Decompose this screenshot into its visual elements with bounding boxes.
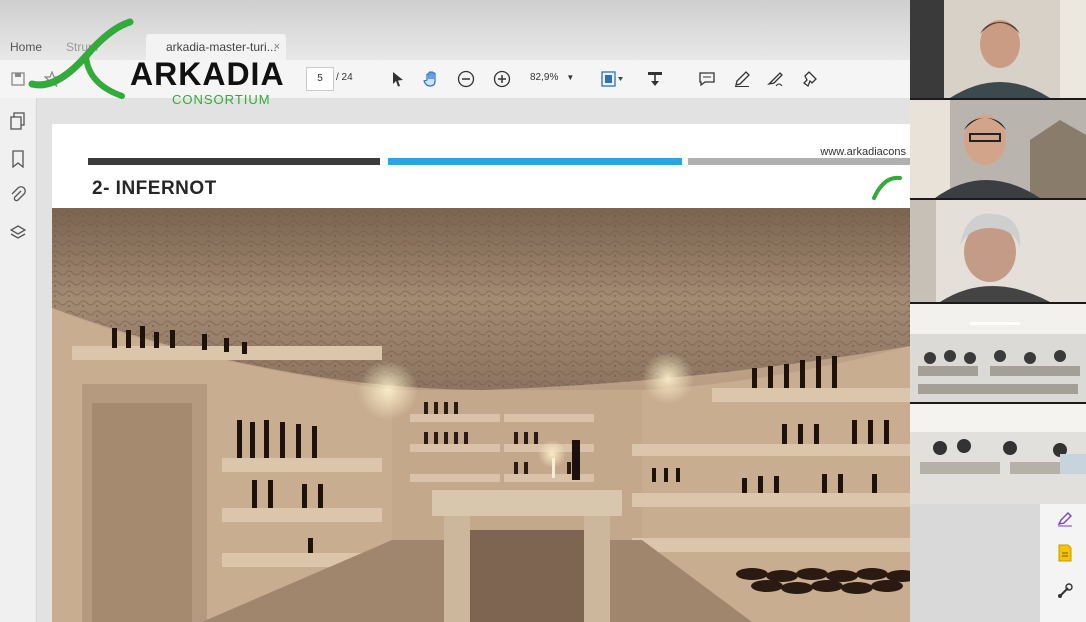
section-bar-3	[688, 158, 910, 165]
video-participants-panel	[910, 0, 1086, 504]
left-sidebar	[0, 98, 37, 622]
right-tools-panel	[1040, 500, 1086, 622]
page-number-input[interactable]: 5	[306, 67, 334, 91]
tools-icon[interactable]	[1056, 582, 1074, 600]
attachment-icon[interactable]	[8, 186, 28, 206]
cursor-icon[interactable]	[388, 69, 408, 89]
sign-icon[interactable]	[766, 69, 786, 89]
website-url: www.arkadiacons	[820, 146, 906, 158]
zoom-value: 82,9%	[530, 72, 559, 83]
section-bar-1	[88, 158, 380, 165]
participant-video-4[interactable]	[910, 304, 1086, 402]
layers-icon[interactable]	[8, 224, 28, 244]
bookmark-icon[interactable]	[8, 150, 28, 170]
participant-video-5[interactable]	[910, 404, 1086, 504]
zoom-in-icon[interactable]	[492, 69, 512, 89]
hand-icon[interactable]	[422, 69, 442, 89]
participant-video-2[interactable]	[910, 100, 1086, 198]
stamp-icon[interactable]	[645, 69, 665, 89]
fit-icon[interactable]	[600, 69, 626, 89]
comment-icon[interactable]	[697, 69, 717, 89]
pages-icon[interactable]	[8, 112, 28, 132]
pdf-page: www.arkadiacons 2- INFERNOT	[52, 124, 910, 622]
share-icon[interactable]	[800, 69, 820, 89]
brand-subtitle: CONSORTIUM	[172, 92, 271, 107]
save-icon[interactable]	[8, 69, 28, 89]
fill-sign-icon[interactable]	[1056, 510, 1074, 528]
zoom-select[interactable]: 82,9% ▼	[530, 67, 582, 89]
brand-name: ARKADIA	[130, 56, 285, 92]
slide-title: 2- INFERNOT	[92, 178, 217, 199]
wine-cellar-photo	[52, 208, 910, 622]
zoom-out-icon[interactable]	[456, 69, 476, 89]
arkadia-mini-logo	[872, 175, 902, 200]
comment-tool-icon[interactable]	[1056, 544, 1074, 562]
page-total: / 24	[336, 72, 353, 83]
section-bar-2	[388, 158, 682, 165]
participant-video-1[interactable]	[910, 0, 1086, 98]
arkadia-logo: ARKADIA CONSORTIUM	[26, 14, 296, 110]
pen-icon[interactable]	[732, 69, 752, 89]
participant-video-3[interactable]	[910, 200, 1086, 302]
chevron-down-icon: ▼	[566, 73, 575, 82]
